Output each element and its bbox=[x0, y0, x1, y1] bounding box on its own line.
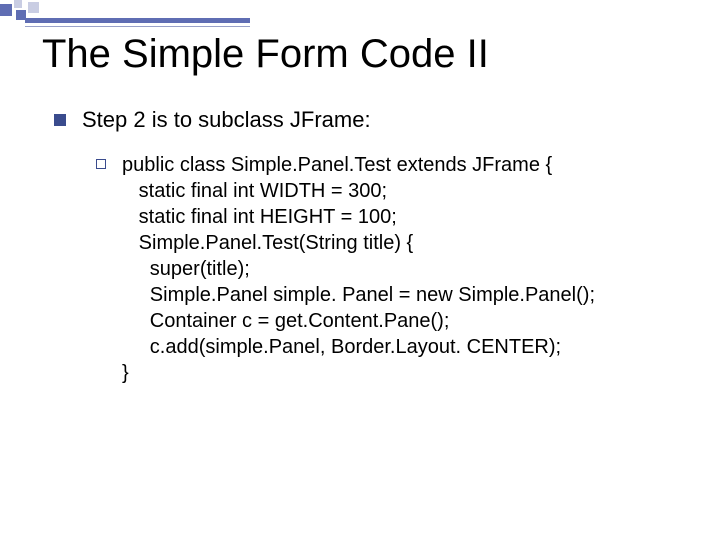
bullet-level1-text: Step 2 is to subclass JFrame: bbox=[82, 106, 371, 134]
slide: The Simple Form Code II Step 2 is to sub… bbox=[0, 0, 720, 540]
slide-content: Step 2 is to subclass JFrame: public cla… bbox=[54, 106, 680, 386]
bullet-level2: public class Simple.Panel.Test extends J… bbox=[96, 152, 680, 386]
code-block: public class Simple.Panel.Test extends J… bbox=[122, 152, 595, 386]
hollow-square-bullet-icon bbox=[96, 159, 106, 169]
slide-title: The Simple Form Code II bbox=[42, 32, 489, 77]
bullet-level1: Step 2 is to subclass JFrame: bbox=[54, 106, 680, 134]
square-bullet-icon bbox=[54, 114, 66, 126]
corner-decoration bbox=[0, 0, 250, 28]
